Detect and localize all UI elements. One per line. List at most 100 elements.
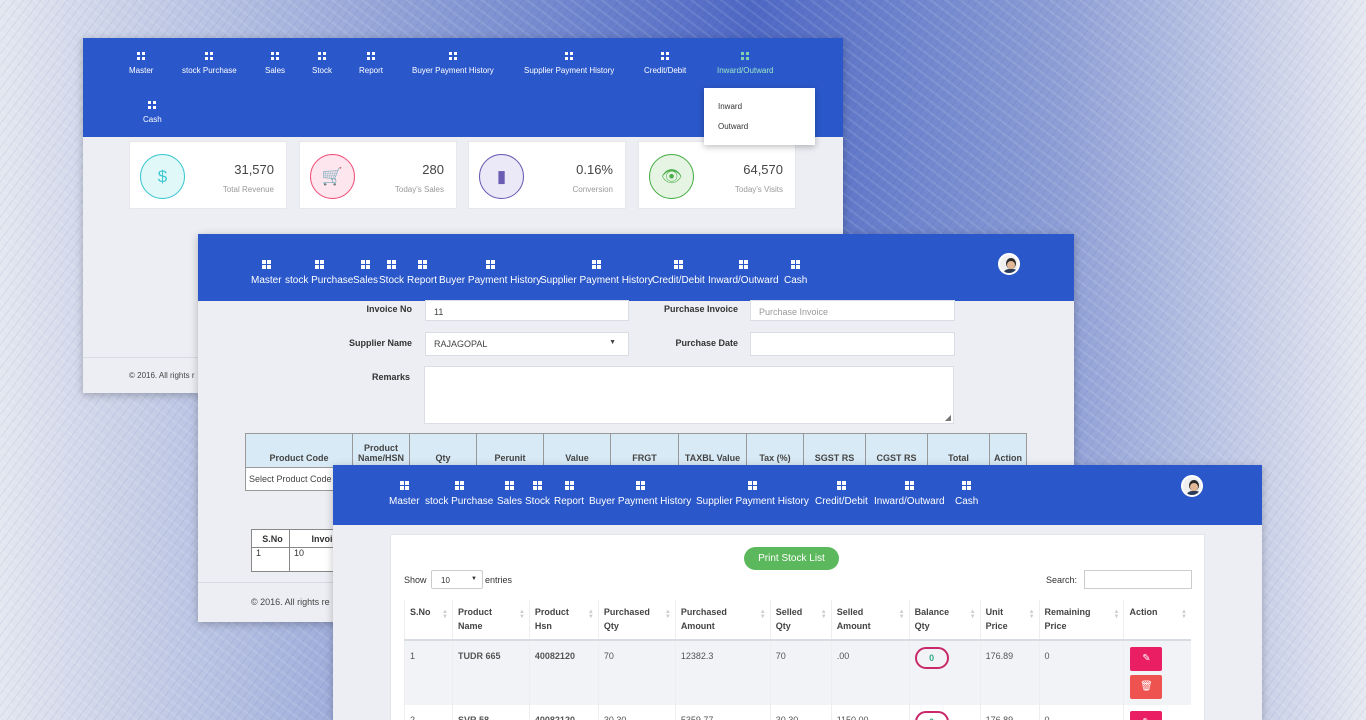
nav-buyer-payment-history[interactable]: Buyer Payment History — [412, 52, 494, 75]
nav-stock[interactable]: Stock — [525, 481, 550, 507]
table-cell: 1150.00 — [830, 705, 910, 720]
nav-cash[interactable]: Cash — [143, 101, 162, 124]
column-header[interactable]: Tax (%) — [746, 433, 804, 468]
grid-icon — [148, 101, 157, 109]
column-header[interactable]: Product Name ▲ ▼ — [451, 600, 530, 641]
resize-handle-icon[interactable]: ◢ — [945, 413, 951, 422]
column-header[interactable]: Qty — [409, 433, 477, 468]
search-label: Search: — [1046, 575, 1078, 585]
table-cell: 2 — [404, 705, 453, 720]
grid-icon — [387, 260, 396, 269]
dropdown-item-inward[interactable]: Inward — [718, 102, 742, 111]
nav-report[interactable]: Report — [407, 260, 437, 286]
column-header[interactable]: Product Hsn ▲ ▼ — [528, 600, 599, 641]
column-header[interactable]: Value — [543, 433, 611, 468]
column-header[interactable]: Total — [927, 433, 990, 468]
table-cell: 30.30 — [769, 705, 832, 720]
column-header[interactable]: Product Code — [245, 433, 353, 468]
nav-report[interactable]: Report — [359, 52, 383, 75]
column-header[interactable]: Product Name/HSN — [352, 433, 410, 468]
stat-value: 31,570 — [234, 162, 274, 177]
print-stock-list-button[interactable]: Print Stock List — [744, 547, 839, 570]
column-header[interactable]: Remaining Price ▲ ▼ — [1038, 600, 1124, 641]
column-header[interactable]: Balance Qty ▲ ▼ — [908, 600, 981, 641]
nav-inward-outward[interactable]: Inward/Outward — [874, 481, 945, 507]
nav-inward-outward[interactable]: Inward/Outward — [708, 260, 779, 286]
nav-credit-debit[interactable]: Credit/Debit — [815, 481, 868, 507]
table-cell: 12382.3 — [674, 640, 771, 705]
user-avatar[interactable] — [998, 253, 1020, 275]
column-header[interactable]: FRGT — [610, 433, 679, 468]
page-size-select[interactable]: 10 ▼ — [431, 570, 483, 589]
grid-icon — [485, 260, 495, 269]
nav-sales[interactable]: Sales — [497, 481, 522, 507]
caret-down-icon: ▼ — [609, 339, 616, 346]
table-cell: SVR 58 — [451, 705, 530, 720]
nav-master[interactable]: Master — [251, 260, 282, 286]
nav-report[interactable]: Report — [554, 481, 584, 507]
nav-credit-debit[interactable]: Credit/Debit — [644, 52, 686, 75]
edit-icon[interactable]: ✎ — [1130, 647, 1163, 671]
grid-icon — [591, 260, 601, 269]
column-header[interactable]: Perunit — [476, 433, 544, 468]
nav-stock[interactable]: Stock — [312, 52, 332, 75]
column-header[interactable]: CGST RS — [865, 433, 928, 468]
purchase-invoice-input[interactable]: Purchase Invoice — [750, 300, 955, 321]
column-header[interactable]: Action ▲ ▼ — [1123, 600, 1191, 641]
table-row: 1 TUDR 665 40082120 70 12382.3 70.00 0 176.89 0 ✎… — [404, 640, 1191, 705]
column-header[interactable]: S.No ▲ ▼ — [404, 600, 453, 641]
nav-supplier-payment-history[interactable]: Supplier Payment History — [524, 52, 614, 75]
top-nav: Master stock Purchase Sales Stock Report… — [198, 234, 1074, 301]
table-cell: 176.89 — [979, 640, 1040, 705]
nav-master[interactable]: Master — [389, 481, 420, 507]
nav-cash[interactable]: Cash — [955, 481, 978, 507]
stat-card: 🛒 280 Today's Sales — [299, 141, 457, 209]
nav-credit-debit[interactable]: Credit/Debit — [652, 260, 705, 286]
column-header[interactable]: SGST RS — [803, 433, 866, 468]
table-cell: 40082120 — [528, 640, 599, 705]
supplier-name-select[interactable]: RAJAGOPAL ▼ — [425, 332, 629, 356]
table-cell: 0 — [908, 705, 981, 720]
column-header[interactable]: Purchased Qty ▲ ▼ — [597, 600, 676, 641]
nav-supplier-payment-history[interactable]: Supplier Payment History — [696, 481, 809, 507]
nav-sales[interactable]: Sales — [353, 260, 378, 286]
nav-master[interactable]: Master — [129, 52, 153, 75]
grid-icon — [261, 260, 271, 269]
grid-icon — [417, 260, 427, 269]
user-avatar[interactable] — [1181, 475, 1203, 497]
remarks-textarea[interactable]: ◢ — [424, 366, 954, 424]
nav-stock-purchase[interactable]: stock Purchase — [425, 481, 493, 507]
column-header[interactable]: TAXBL Value — [678, 433, 747, 468]
sort-icon: ▲ ▼ — [587, 609, 594, 620]
purchase-date-input[interactable] — [750, 332, 955, 356]
nav-supplier-payment-history[interactable]: Supplier Payment History — [540, 260, 653, 286]
column-header[interactable]: Purchased Amount ▲ ▼ — [674, 600, 771, 641]
remarks-label: Remarks — [371, 372, 410, 382]
column-header[interactable]: Selled Amount ▲ ▼ — [830, 600, 910, 641]
search-input[interactable] — [1084, 570, 1192, 589]
nav-stock-purchase[interactable]: stock Purchase — [285, 260, 353, 286]
invoice-no-input[interactable]: 11 — [425, 300, 629, 321]
footer-copyright: © 2016. All rights r — [129, 371, 195, 380]
grid-icon — [318, 52, 326, 60]
stat-value: 0.16% — [576, 162, 613, 177]
edit-icon[interactable]: ✎ — [1130, 711, 1163, 720]
table-cell: .00 — [830, 640, 910, 705]
table-cell: 5359.77 — [674, 705, 771, 720]
nav-sales[interactable]: Sales — [265, 52, 285, 75]
nav-cash[interactable]: Cash — [784, 260, 807, 286]
stat-card: ▮ 0.16% Conversion — [468, 141, 626, 209]
nav-buyer-payment-history[interactable]: Buyer Payment History — [439, 260, 541, 286]
nav-inward-outward[interactable]: Inward/Outward — [717, 52, 773, 75]
stat-label: Today's Visits — [734, 185, 783, 194]
trash-icon[interactable]: 🗑 — [1130, 675, 1163, 699]
column-header[interactable]: Unit Price ▲ ▼ — [979, 600, 1040, 641]
nav-stock-purchase[interactable]: stock Purchase — [182, 52, 237, 75]
column-header[interactable]: Selled Qty ▲ ▼ — [769, 600, 832, 641]
nav-buyer-payment-history[interactable]: Buyer Payment History — [589, 481, 691, 507]
dropdown-item-outward[interactable]: Outward — [718, 122, 748, 131]
column-header[interactable]: Action — [989, 433, 1027, 468]
table-cell: 40082120 — [528, 705, 599, 720]
nav-stock[interactable]: Stock — [379, 260, 404, 286]
stat-card: $31,570 Total Revenue — [129, 141, 287, 209]
